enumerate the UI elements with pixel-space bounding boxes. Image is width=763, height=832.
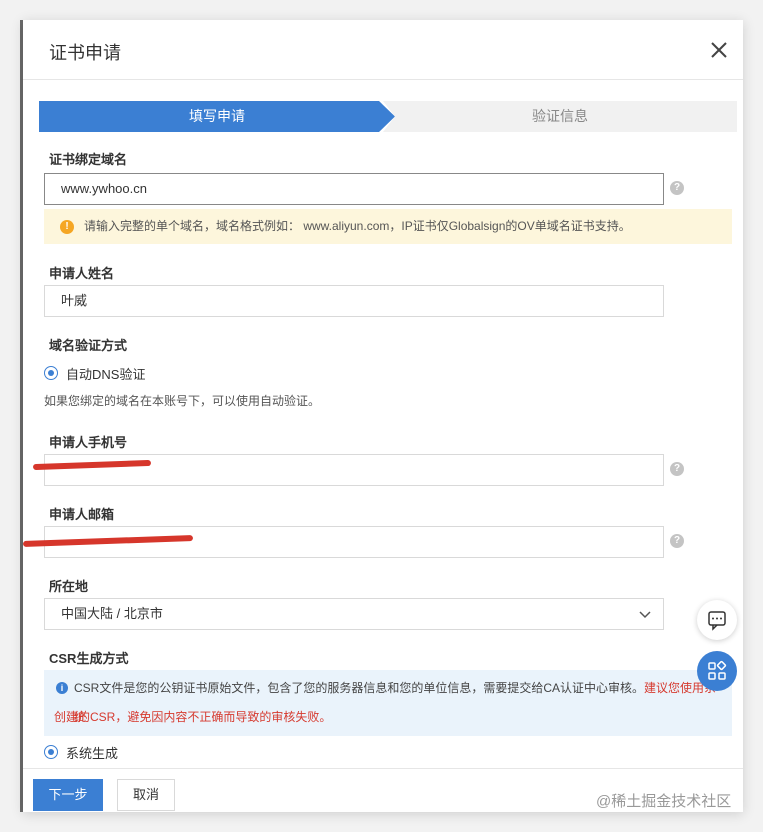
- chevron-down-icon: [639, 611, 651, 619]
- warning-icon: !: [60, 220, 74, 234]
- domain-warning-text: 请输入完整的单个域名，域名格式例如： www.aliyun.com，IP证书仅G…: [84, 219, 631, 233]
- system-generate-radio-label[interactable]: 系统生成: [66, 743, 118, 762]
- email-label: 申请人邮箱: [49, 507, 115, 522]
- close-button[interactable]: [707, 38, 731, 62]
- apps-button[interactable]: [697, 651, 737, 691]
- applicant-name-input[interactable]: 叶威: [44, 285, 664, 317]
- location-label: 所在地: [49, 579, 89, 594]
- cancel-button[interactable]: 取消: [117, 779, 175, 811]
- location-select[interactable]: 中国大陆 / 北京市: [44, 598, 664, 630]
- csr-info-box: i CSR文件是您的公钥证书原始文件，包含了您的服务器信息和您的单位信息，需要提…: [44, 670, 732, 736]
- info-icon: i: [56, 682, 68, 694]
- phone-input[interactable]: [44, 454, 664, 486]
- domain-label: 证书绑定域名: [49, 152, 128, 167]
- verification-method-label: 域名验证方式: [49, 338, 128, 353]
- location-select-value: 中国大陆 / 北京市: [61, 606, 163, 621]
- system-generate-radio[interactable]: [44, 745, 58, 759]
- chat-button[interactable]: [697, 600, 737, 640]
- certificate-application-dialog: 证书申请 填写申请 验证信息 证书绑定域名 www.ywhoo.cn ? ! 请…: [23, 20, 743, 812]
- question-icon[interactable]: ?: [670, 181, 684, 195]
- step-verify-info: 验证信息: [383, 101, 737, 132]
- auto-dns-radio[interactable]: [44, 366, 58, 380]
- watermark: @稀土掘金技术社区: [596, 793, 732, 810]
- dialog-title: 证书申请: [49, 43, 121, 63]
- next-step-button[interactable]: 下一步: [33, 779, 103, 811]
- csr-info-text: CSR文件是您的公钥证书原始文件，包含了您的服务器信息和您的单位信息，需要提交给…: [74, 681, 645, 695]
- question-icon[interactable]: ?: [670, 534, 684, 548]
- domain-warning: ! 请输入完整的单个域名，域名格式例如： www.aliyun.com，IP证书…: [44, 209, 732, 244]
- csr-label: CSR生成方式: [49, 651, 129, 666]
- close-icon: [711, 42, 727, 58]
- auto-dns-radio-label[interactable]: 自动DNS验证: [66, 364, 145, 383]
- question-icon[interactable]: ?: [670, 462, 684, 476]
- applicant-name-label: 申请人姓名: [49, 266, 115, 281]
- dialog-header: 证书申请: [23, 20, 743, 80]
- phone-label: 申请人手机号: [49, 435, 128, 450]
- csr-info-recommend-line2: 创建的CSR，避免因内容不正确而导致的审核失败。: [54, 710, 332, 724]
- verification-hint: 如果您绑定的域名在本账号下，可以使用自动验证。: [44, 394, 321, 408]
- progress-steps: 填写申请 验证信息: [39, 101, 737, 132]
- domain-input[interactable]: www.ywhoo.cn: [44, 173, 664, 205]
- step-fill-application: 填写申请: [39, 101, 395, 132]
- chat-icon: [708, 611, 726, 631]
- apps-icon: [708, 660, 727, 680]
